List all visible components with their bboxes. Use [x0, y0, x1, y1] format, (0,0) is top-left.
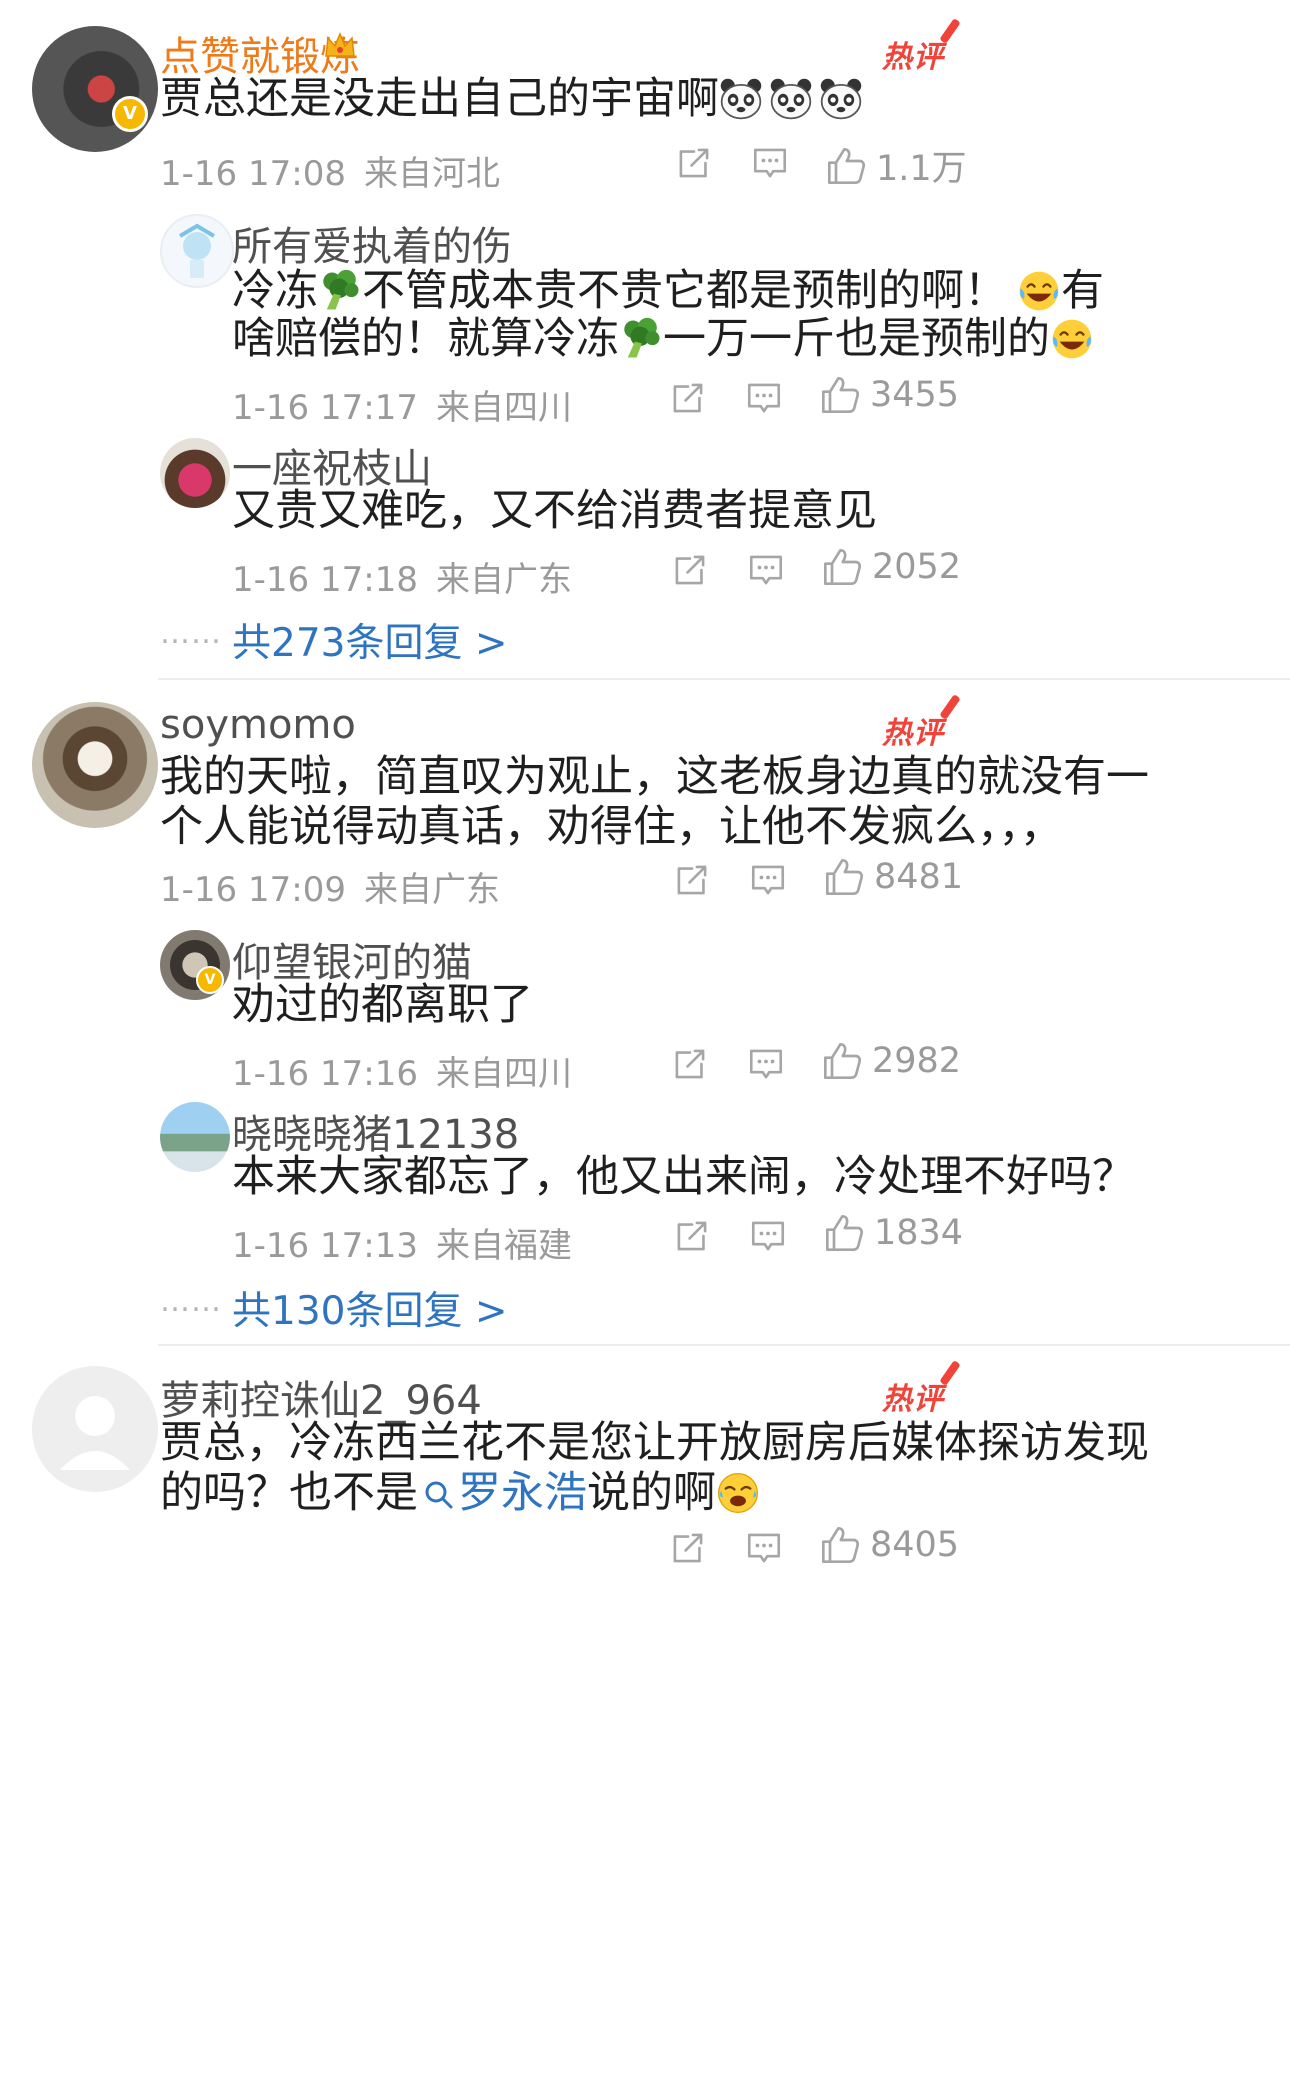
comment-location: 来自广东: [363, 870, 500, 910]
comment-text-part: 的吗？也不是: [160, 1468, 418, 1518]
comment-icon[interactable]: [750, 862, 786, 898]
hot-comment-badge: 热评: [882, 32, 944, 76]
like-count: 2982: [872, 1041, 962, 1081]
avatar[interactable]: [160, 1102, 230, 1172]
reply-time: 1-16 17:17: [232, 388, 418, 428]
reply-time: 1-16 17:16: [232, 1054, 418, 1094]
comment-author[interactable]: soymomo: [160, 702, 356, 748]
repost-icon[interactable]: [672, 552, 708, 588]
more-dots: ……: [160, 1284, 222, 1319]
view-more-replies-link[interactable]: 共130条回复 >: [232, 1280, 508, 1336]
like-icon: [822, 1041, 862, 1081]
like-count: 8481: [874, 857, 964, 897]
crown-icon: [322, 28, 358, 68]
panda-emoji-icon: [819, 77, 863, 121]
comment-text: 贾总还是没走出自己的宇宙啊: [160, 66, 863, 132]
reply-text: 又贵又难吃，又不给消费者提意见: [232, 486, 877, 536]
topic-link-text: 罗永浩: [458, 1468, 587, 1518]
like-count: 8405: [870, 1525, 960, 1565]
repost-icon[interactable]: [670, 1530, 706, 1566]
reply-location: 来自四川: [435, 388, 572, 428]
comment-text: 个人能说得动真话，劝得住，让他不发疯么，，，: [160, 802, 1063, 852]
comment-text-part: 说的啊: [587, 1468, 716, 1518]
repost-icon[interactable]: [674, 1218, 710, 1254]
like-icon: [824, 1213, 864, 1253]
reply-time: 1-16 17:13: [232, 1226, 418, 1266]
repost-icon[interactable]: [676, 145, 712, 181]
comment-meta: 1-16 17:09 来自广东: [160, 862, 500, 911]
like-button[interactable]: 3455: [820, 375, 959, 415]
verified-badge-icon: V: [196, 966, 224, 994]
topic-link[interactable]: 罗永浩: [418, 1468, 587, 1518]
like-count: 2052: [872, 547, 962, 587]
view-more-replies-link[interactable]: 共273条回复 >: [232, 612, 508, 668]
repost-icon[interactable]: [672, 1046, 708, 1082]
comment-icon[interactable]: [752, 145, 788, 181]
comment-icon[interactable]: [748, 552, 784, 588]
crying-laugh-emoji-icon: [716, 1471, 760, 1515]
reply-location: 来自四川: [435, 1054, 572, 1094]
like-count: 3455: [870, 375, 960, 415]
like-button[interactable]: 2982: [822, 1041, 961, 1081]
like-icon: [820, 375, 860, 415]
reply-meta: 1-16 17:16 来自四川: [232, 1046, 572, 1095]
avatar[interactable]: [160, 438, 230, 508]
reply-location: 来自广东: [435, 560, 572, 600]
like-icon: [822, 547, 862, 587]
divider: [158, 1344, 1290, 1346]
verified-badge-icon: V: [112, 96, 148, 132]
like-button[interactable]: 8481: [824, 857, 963, 897]
avatar[interactable]: [32, 26, 158, 152]
reply-meta: 1-16 17:18 来自广东: [232, 552, 572, 601]
divider: [158, 678, 1290, 680]
repost-icon[interactable]: [674, 862, 710, 898]
comment-meta: 1-16 17:08 来自河北: [160, 146, 500, 195]
comment-icon[interactable]: [746, 1530, 782, 1566]
reply-text: 本来大家都忘了，他又出来闹，冷处理不好吗？: [232, 1152, 1135, 1202]
avatar[interactable]: [32, 1366, 158, 1492]
reply-meta: 1-16 17:13 来自福建: [232, 1218, 572, 1267]
comment-icon[interactable]: [750, 1218, 786, 1254]
like-count: 1.1万: [876, 149, 967, 189]
avatar[interactable]: [32, 702, 158, 828]
reply-text: 劝过的都离职了: [232, 980, 533, 1030]
avatar[interactable]: [160, 214, 234, 288]
comment-icon[interactable]: [748, 1046, 784, 1082]
like-icon: [820, 1525, 860, 1565]
like-button[interactable]: 1834: [824, 1213, 963, 1253]
search-icon: [425, 1481, 453, 1509]
like-button[interactable]: 2052: [822, 547, 961, 587]
reply-text-part: 一万一斤也是预制的: [663, 314, 1050, 364]
like-button[interactable]: 1.1万: [826, 140, 967, 191]
comment-time: 1-16 17:08: [160, 154, 346, 194]
laughing-emoji-icon: [1050, 317, 1094, 361]
panda-emoji-icon: [769, 77, 813, 121]
comment-text: 的吗？也不是 罗永浩说的啊: [160, 1460, 760, 1526]
like-button[interactable]: 8405: [820, 1525, 959, 1565]
repost-icon[interactable]: [670, 380, 706, 416]
like-icon: [826, 146, 866, 186]
reply-meta: 1-16 17:17 来自四川: [232, 380, 572, 429]
comment-text-body: 贾总还是没走出自己的宇宙啊: [160, 74, 719, 124]
panda-emoji-icon: [719, 77, 763, 121]
reply-text: 啥赔偿的！就算冷冻 一万一斤也是预制的: [232, 306, 1094, 372]
broccoli-emoji-icon: [619, 317, 663, 361]
comment-location: 来自河北: [363, 154, 500, 194]
reply-time: 1-16 17:18: [232, 560, 418, 600]
reply-text-part: 啥赔偿的！就算冷冻: [232, 314, 619, 364]
comment-time: 1-16 17:09: [160, 870, 346, 910]
like-icon: [824, 857, 864, 897]
like-count: 1834: [874, 1213, 964, 1253]
comment-icon[interactable]: [746, 380, 782, 416]
more-dots: ……: [160, 616, 222, 651]
reply-location: 来自福建: [435, 1226, 572, 1266]
